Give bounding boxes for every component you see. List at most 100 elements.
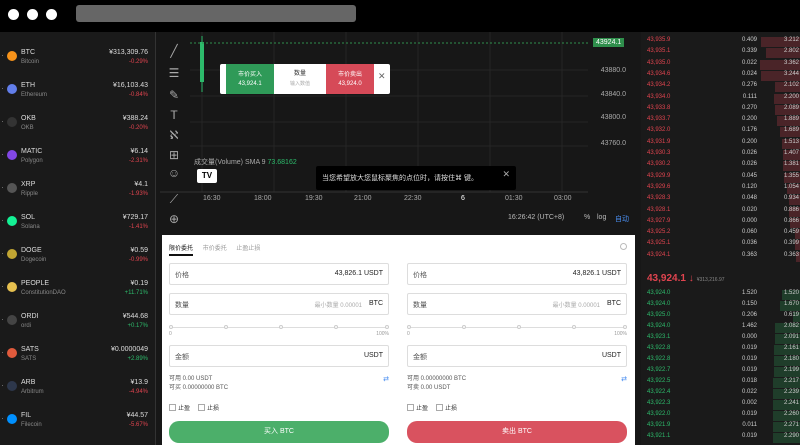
sell-amount-slider[interactable]: 0 100% [407, 323, 627, 339]
market-row[interactable]: · FIL Filecoin ¥44.57 -5.67% [0, 409, 156, 439]
text-icon[interactable]: T [167, 108, 181, 122]
bid-row[interactable]: 43,922.4 0.022 2.239 [641, 389, 800, 399]
bid-row[interactable]: 43,921.1 0.019 2.290 [641, 433, 800, 443]
bid-row[interactable]: 43,923.1 0.000 2.091 [641, 334, 800, 344]
emoji-icon[interactable]: ☺ [167, 166, 181, 180]
quick-qty-input[interactable]: 数量 输入数值 [278, 68, 322, 87]
close-icon[interactable]: ✕ [502, 169, 510, 180]
market-row[interactable]: · SATS SATS ¥0.0000049 +2.89% [0, 343, 156, 373]
ruler-icon[interactable]: ⟋ [167, 192, 181, 206]
ask-row[interactable]: 43,929.9 0.045 1.355 [641, 172, 800, 183]
window-dot-icon[interactable] [46, 9, 57, 20]
bid-row[interactable]: 43,922.8 0.019 2.161 [641, 345, 800, 355]
market-row[interactable]: · BTC Bitcoin ¥313,309.76 -0.29% [0, 46, 156, 76]
favorite-icon[interactable]: · [1, 314, 4, 324]
favorite-icon[interactable]: · [1, 116, 4, 126]
buy-amount-field[interactable]: 金额 USDT [169, 345, 389, 367]
ask-row[interactable]: 43,931.9 0.200 1.513 [641, 138, 800, 149]
favorite-icon[interactable]: · [1, 380, 4, 390]
ask-row[interactable]: 43,925.2 0.060 0.459 [641, 229, 800, 240]
log-toggle[interactable]: log [597, 214, 606, 221]
trendline-icon[interactable]: ╱ [167, 44, 181, 58]
close-icon[interactable]: ✕ [378, 71, 386, 82]
market-row[interactable]: · SOL Solana ¥729.17 -1.41% [0, 211, 156, 241]
bid-row[interactable]: 43,922.0 0.019 2.260 [641, 411, 800, 421]
favorite-icon[interactable]: · [1, 248, 4, 258]
favorite-icon[interactable]: · [1, 413, 4, 423]
take-profit-checkbox[interactable]: 止盈 [407, 403, 428, 412]
transfer-icon[interactable]: ⇄ [383, 375, 389, 384]
ask-row[interactable]: 43,934.6 0.024 3.244 [641, 70, 800, 81]
bid-row[interactable]: 43,922.8 0.019 2.180 [641, 356, 800, 366]
market-row[interactable]: · XRP Ripple ¥4.1 -1.93% [0, 178, 156, 208]
ask-row[interactable]: 43,935.1 0.339 2.802 [641, 48, 800, 59]
buy-price-field[interactable]: 价格 43,826.1 USDT [169, 263, 389, 285]
ask-row[interactable]: 43,930.2 0.026 1.381 [641, 161, 800, 172]
fib-icon[interactable]: ☰ [167, 66, 181, 80]
ask-row[interactable]: 43,935.0 0.022 3.362 [641, 59, 800, 70]
stop-loss-checkbox[interactable]: 止损 [198, 403, 219, 412]
order-price: 43,921.1 [647, 433, 671, 439]
transfer-icon[interactable]: ⇄ [621, 375, 627, 384]
favorite-icon[interactable]: · [1, 347, 4, 357]
buy-qty-field[interactable]: 数量 最小数量 0.00001 BTC [169, 293, 389, 315]
sell-qty-field[interactable]: 数量 最小数量 0.00001 BTC [407, 293, 627, 315]
bid-row[interactable]: 43,922.7 0.019 2.199 [641, 367, 800, 377]
stop-loss-checkbox[interactable]: 止损 [436, 403, 457, 412]
brush-icon[interactable]: ✎ [167, 88, 181, 102]
take-profit-checkbox[interactable]: 止盈 [169, 403, 190, 412]
bid-row[interactable]: 43,922.5 0.018 2.217 [641, 378, 800, 388]
bid-row[interactable]: 43,922.3 0.002 2.241 [641, 400, 800, 410]
bid-row[interactable]: 43,924.0 1.520 1.520 [641, 290, 800, 300]
favorite-icon[interactable]: · [1, 50, 4, 60]
ask-row[interactable]: 43,924.1 0.363 0.363 [641, 251, 800, 262]
market-row[interactable]: · MATIC Polygon ¥6.14 -2.31% [0, 145, 156, 175]
tab-market[interactable]: 市价委托 [203, 246, 227, 252]
info-icon[interactable] [620, 243, 627, 250]
bid-row[interactable]: 43,925.0 0.206 0.619 [641, 312, 800, 322]
url-bar[interactable] [76, 5, 356, 22]
auto-toggle[interactable]: 自动 [615, 214, 629, 224]
ask-row[interactable]: 43,925.1 0.036 0.399 [641, 240, 800, 251]
ask-row[interactable]: 43,930.3 0.026 1.407 [641, 150, 800, 160]
favorite-icon[interactable]: · [1, 149, 4, 159]
market-row[interactable]: · OKB OKB ¥388.24 -0.20% [0, 112, 156, 142]
ask-row[interactable]: 43,933.8 0.270 2.089 [641, 104, 800, 115]
ask-row[interactable]: 43,934.2 0.276 2.102 [641, 82, 800, 93]
favorite-icon[interactable]: · [1, 281, 4, 291]
ask-row[interactable]: 43,935.9 0.409 3.212 [641, 37, 800, 47]
pattern-icon[interactable]: ℵ [167, 128, 181, 142]
sell-price-field[interactable]: 价格 43,826.1 USDT [407, 263, 627, 285]
buy-amount-slider[interactable]: 0 100% [169, 323, 389, 339]
favorite-icon[interactable]: · [1, 182, 4, 192]
market-sell-button[interactable]: 市价卖出 43,924.0 [326, 64, 374, 94]
ask-row[interactable]: 43,927.9 0.000 0.866 [641, 217, 800, 228]
bid-row[interactable]: 43,921.9 0.011 2.271 [641, 422, 800, 432]
market-row[interactable]: · ETH Ethereum ¥16,103.43 -0.84% [0, 79, 156, 109]
ask-row[interactable]: 43,934.0 0.111 2.200 [641, 93, 800, 104]
favorite-icon[interactable]: · [1, 215, 4, 225]
window-dot-icon[interactable] [27, 9, 38, 20]
measure-icon[interactable]: ⊞ [167, 148, 181, 162]
ask-row[interactable]: 43,928.1 0.020 0.886 [641, 206, 800, 217]
y-axis[interactable]: 43880.0 43840.0 43800.0 43760.0 [588, 32, 628, 212]
bid-row[interactable]: 43,924.0 1.462 2.082 [641, 323, 800, 333]
sell-amount-field[interactable]: 金额 USDT [407, 345, 627, 367]
window-dot-icon[interactable] [8, 9, 19, 20]
ask-row[interactable]: 43,928.3 0.048 0.934 [641, 195, 800, 206]
favorite-icon[interactable]: · [1, 83, 4, 93]
market-row[interactable]: · DOGE Dogecoin ¥0.59 -0.99% [0, 244, 156, 274]
market-row[interactable]: · ORDI ordi ¥544.68 +0.17% [0, 310, 156, 340]
ask-row[interactable]: 43,933.7 0.200 1.889 [641, 116, 800, 127]
tab-tpsl[interactable]: 止盈止损 [236, 246, 260, 252]
ask-row[interactable]: 43,932.0 0.176 1.689 [641, 127, 800, 138]
ask-row[interactable]: 43,929.6 0.120 1.054 [641, 183, 800, 194]
market-row[interactable]: · ARB Arbitrum ¥13.9 -4.94% [0, 376, 156, 406]
tab-limit[interactable]: 限价委托 [169, 246, 194, 256]
market-row[interactable]: · PEOPLE ConstitutionDAO ¥0.19 +11.71% [0, 277, 156, 307]
sell-btc-button[interactable]: 卖出 BTC [407, 421, 627, 443]
percent-toggle[interactable]: % [584, 214, 590, 221]
buy-btc-button[interactable]: 买入 BTC [169, 421, 389, 443]
bid-row[interactable]: 43,924.0 0.150 1.670 [641, 301, 800, 311]
market-buy-button[interactable]: 市价买入 43,924.1 [226, 64, 274, 94]
